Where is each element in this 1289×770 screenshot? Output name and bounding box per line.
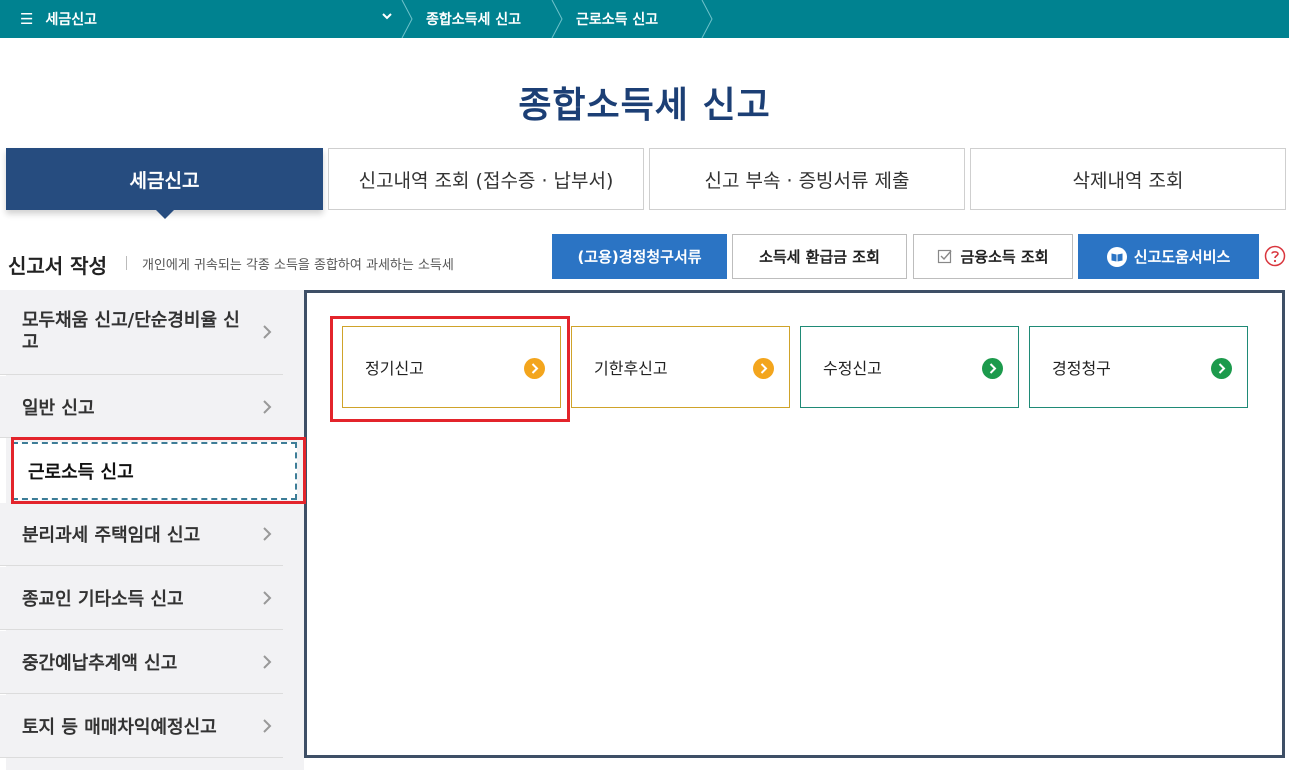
- tab-label: 신고내역 조회 (접수증 · 납부서): [358, 169, 614, 192]
- arrow-circle-icon: [982, 358, 1003, 379]
- left-menu-item-label: 중간예납추계액 신고: [22, 653, 178, 674]
- arrow-circle-icon: [524, 358, 545, 379]
- amended-filing-card[interactable]: 수정신고: [800, 326, 1019, 408]
- tab-document-submission[interactable]: 신고 부속 · 증빙서류 제출: [649, 148, 965, 210]
- left-menu-item-general-filing[interactable]: 일반 신고: [0, 376, 283, 438]
- left-menu-item-label: 토지 등 매매차익예정신고: [22, 717, 217, 738]
- left-menu-item-earned-income-filing[interactable]: 근로소득 신고: [12, 442, 297, 500]
- breadcrumb-item-1[interactable]: 종합소득세 신고: [400, 0, 550, 38]
- tab-filing-history[interactable]: 신고내역 조회 (접수증 · 납부서): [328, 148, 644, 210]
- left-menu-item-label: 모두채움 신고/단순경비율 신고: [22, 310, 240, 353]
- book-icon: [1106, 246, 1127, 267]
- button-label: 소득세 환급금 조회: [759, 248, 880, 266]
- menu-selector[interactable]: ☰ 세금신고: [0, 0, 400, 38]
- left-menu-item-label: 분리과세 주택임대 신고: [22, 525, 201, 546]
- breadcrumb-end: [700, 0, 720, 38]
- breadcrumb-item-2[interactable]: 근로소득 신고: [550, 0, 700, 38]
- active-tab-indicator: [154, 209, 175, 219]
- chevron-right-icon: [263, 655, 272, 669]
- breadcrumb-separator-icon: [551, 0, 563, 38]
- tab-label: 신고 부속 · 증빙서류 제출: [704, 169, 910, 192]
- breadcrumb-label: 근로소득 신고: [576, 12, 659, 28]
- late-filing-card[interactable]: 기한후신고: [571, 326, 790, 408]
- top-nav-bar: ☰ 세금신고 종합소득세 신고 근로소득 신고: [0, 0, 1289, 38]
- chevron-right-icon: [263, 527, 272, 541]
- chevron-right-icon: [263, 719, 272, 733]
- left-menu-item-land-sale-filing[interactable]: 토지 등 매매차익예정신고: [0, 695, 283, 758]
- arrow-circle-icon: [1211, 358, 1232, 379]
- tab-tax-filing[interactable]: 세금신고: [6, 148, 323, 219]
- page-title: 종합소득세 신고: [518, 85, 771, 126]
- chevron-right-icon: [263, 325, 272, 339]
- section-divider: [126, 256, 127, 270]
- tax-refund-lookup-button[interactable]: 소득세 환급금 조회: [732, 234, 907, 279]
- financial-income-lookup-button[interactable]: 금융소득 조회: [913, 234, 1073, 279]
- hamburger-icon: ☰: [20, 10, 34, 28]
- tab-deleted-history[interactable]: 삭제내역 조회: [970, 148, 1286, 210]
- card-label: 경정청구: [1052, 359, 1111, 378]
- button-label: 금융소득 조회: [960, 248, 1049, 266]
- left-menu-item-prefilled-filing[interactable]: 모두채움 신고/단순경비율 신고: [0, 290, 283, 375]
- regular-filing-card[interactable]: 정기신고: [342, 326, 561, 408]
- left-menu-item-label: 근로소득 신고: [28, 462, 134, 483]
- chevron-down-icon[interactable]: [380, 9, 394, 23]
- left-menu-item-rental-income-filing[interactable]: 분리과세 주택임대 신고: [0, 503, 283, 566]
- chevron-right-icon: [263, 591, 272, 605]
- tab-label: 삭제내역 조회: [1072, 169, 1184, 192]
- menu-selector-label: 세금신고: [45, 12, 97, 28]
- button-label: 신고도움서비스: [1133, 248, 1231, 266]
- card-label: 수정신고: [823, 359, 882, 378]
- card-label: 기한후신고: [594, 359, 668, 378]
- correction-claim-card[interactable]: 경정청구: [1029, 326, 1248, 408]
- correction-claim-docs-button[interactable]: (고용)경정청구서류: [552, 234, 727, 279]
- section-title: 신고서 작성: [8, 254, 107, 278]
- arrow-circle-icon: [753, 358, 774, 379]
- left-menu-item-interim-prepayment-filing[interactable]: 중간예납추계액 신고: [0, 631, 283, 694]
- card-label: 정기신고: [365, 359, 424, 378]
- left-menu-item-label: 종교인 기타소득 신고: [22, 589, 184, 610]
- checkbox-icon: [938, 249, 953, 263]
- left-menu-item-religious-income-filing[interactable]: 종교인 기타소득 신고: [0, 567, 283, 630]
- breadcrumb-label: 종합소득세 신고: [426, 12, 522, 28]
- question-icon[interactable]: [1264, 245, 1286, 267]
- chevron-right-icon: [263, 399, 272, 414]
- button-label: (고용)경정청구서류: [577, 248, 702, 266]
- tab-label: 세금신고: [129, 169, 200, 192]
- filing-help-service-button[interactable]: 신고도움서비스: [1078, 234, 1259, 279]
- breadcrumb-separator-icon: [701, 0, 713, 38]
- breadcrumb-separator-icon: [401, 0, 413, 38]
- section-description: 개인에게 귀속되는 각종 소득을 종합하여 과세하는 소득세: [142, 258, 454, 273]
- left-menu-item-label: 일반 신고: [22, 397, 95, 419]
